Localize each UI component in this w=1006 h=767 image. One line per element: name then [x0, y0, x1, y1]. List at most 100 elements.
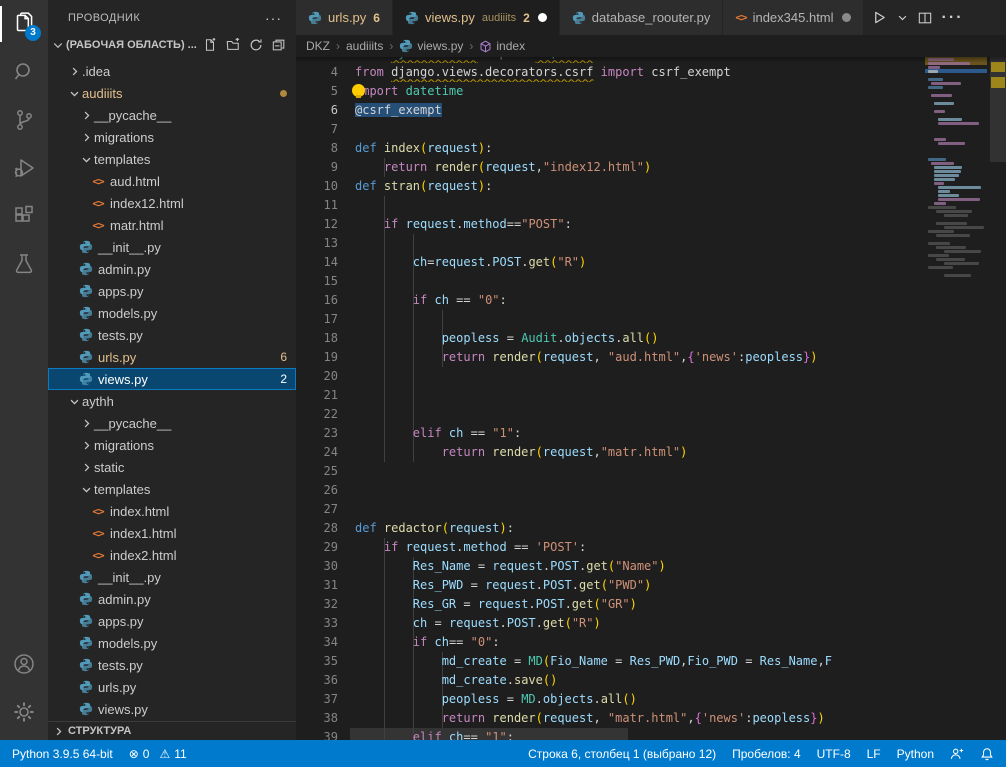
breadcrumb-views.py[interactable]: views.py	[399, 39, 463, 53]
tree-item-__init__.py[interactable]: __init__.py	[48, 236, 296, 258]
code-line-11[interactable]	[355, 196, 915, 215]
code-line-21[interactable]	[355, 386, 915, 405]
status-python-interpreter[interactable]: Python 3.9.5 64-bit	[12, 747, 113, 761]
code-line-16[interactable]: if ch == "0":	[355, 291, 915, 310]
tree-item-apps.py[interactable]: apps.py	[48, 280, 296, 302]
tree-item-templates[interactable]: templates	[48, 148, 296, 170]
breadcrumb-DKZ[interactable]: DKZ	[306, 39, 330, 53]
code-line-18[interactable]: peopless = Audit.objects.all()	[355, 329, 915, 348]
code-line-7[interactable]	[355, 120, 915, 139]
line-number-25[interactable]: 25	[296, 462, 338, 481]
line-number-17[interactable]: 17	[296, 310, 338, 329]
line-number-26[interactable]: 26	[296, 481, 338, 500]
breadcrumb-audiiits[interactable]: audiiits	[346, 39, 383, 53]
line-number-8[interactable]: 8	[296, 139, 338, 158]
tree-item-templates[interactable]: templates	[48, 478, 296, 500]
activity-settings[interactable]	[0, 688, 48, 736]
line-number-10[interactable]: 10	[296, 177, 338, 196]
line-number-20[interactable]: 20	[296, 367, 338, 386]
minimap[interactable]	[925, 57, 987, 740]
line-number-23[interactable]: 23	[296, 424, 338, 443]
status-eol[interactable]: LF	[867, 747, 881, 761]
line-number-4[interactable]: 4	[296, 63, 338, 82]
status-notifications[interactable]	[980, 747, 994, 761]
line-number-29[interactable]: 29	[296, 538, 338, 557]
code-line-35[interactable]: md_create = MD(Fio_Name = Res_PWD,Fio_PW…	[355, 652, 915, 671]
vertical-scrollbar[interactable]	[990, 57, 1006, 162]
status-language-mode[interactable]: Python	[897, 747, 934, 761]
status-encoding[interactable]: UTF-8	[817, 747, 851, 761]
code-line-24[interactable]: return render(request,"matr.html")	[355, 443, 915, 462]
tree-item-aythh[interactable]: aythh	[48, 390, 296, 412]
tree-item-models.py[interactable]: models.py	[48, 302, 296, 324]
line-number-35[interactable]: 35	[296, 652, 338, 671]
split-editor-button[interactable]	[918, 11, 932, 25]
code-line-23[interactable]: elif ch == "1":	[355, 424, 915, 443]
code-line-9[interactable]: return render(request,"index12.html")	[355, 158, 915, 177]
refresh-icon[interactable]	[249, 38, 263, 52]
line-number-27[interactable]: 27	[296, 500, 338, 519]
new-folder-icon[interactable]	[226, 38, 240, 52]
line-number-28[interactable]: 28	[296, 519, 338, 538]
tree-item-views.py[interactable]: views.py	[48, 698, 296, 720]
tree-item-admin.py[interactable]: admin.py	[48, 258, 296, 280]
code-line-12[interactable]: if request.method=="POST":	[355, 215, 915, 234]
line-number-32[interactable]: 32	[296, 595, 338, 614]
outline-section-header[interactable]: СТРУКТУРА	[48, 721, 296, 740]
code-line-36[interactable]: md_create.save()	[355, 671, 915, 690]
status-cursor-position[interactable]: Строка 6, столбец 1 (выбрано 12)	[528, 747, 716, 761]
line-number-16[interactable]: 16	[296, 291, 338, 310]
activity-extensions[interactable]	[0, 192, 48, 240]
code-line-28[interactable]: def redactor(request):	[355, 519, 915, 538]
line-number-31[interactable]: 31	[296, 576, 338, 595]
line-number-11[interactable]: 11	[296, 196, 338, 215]
tree-item-migrations[interactable]: migrations	[48, 126, 296, 148]
line-number-38[interactable]: 38	[296, 709, 338, 728]
code-line-14[interactable]: ch=request.POST.get("R")	[355, 253, 915, 272]
activity-testing[interactable]	[0, 240, 48, 288]
dirty-indicator[interactable]	[842, 13, 851, 22]
line-number-15[interactable]: 15	[296, 272, 338, 291]
tree-item-migrations[interactable]: migrations	[48, 434, 296, 456]
dirty-indicator[interactable]	[538, 13, 547, 22]
tree-item-index2.html[interactable]: <>index2.html	[48, 544, 296, 566]
code-line-30[interactable]: Res_Name = request.POST.get("Name")	[355, 557, 915, 576]
line-number-7[interactable]: 7	[296, 120, 338, 139]
code-line-29[interactable]: if request.method == 'POST':	[355, 538, 915, 557]
code-line-33[interactable]: ch = request.POST.get("R")	[355, 614, 915, 633]
line-number-12[interactable]: 12	[296, 215, 338, 234]
tree-item-index1.html[interactable]: <>index1.html	[48, 522, 296, 544]
code-line-17[interactable]	[355, 310, 915, 329]
tree-item-urls.py[interactable]: urls.py6	[48, 346, 296, 368]
tree-item-static[interactable]: static	[48, 456, 296, 478]
code-line-39[interactable]: elif ch== "1":	[355, 728, 915, 741]
tab-views.py[interactable]: views.pyaudiiits2	[393, 0, 560, 35]
status-feedback[interactable]	[950, 747, 964, 761]
code-line-15[interactable]	[355, 272, 915, 291]
line-number-33[interactable]: 33	[296, 614, 338, 633]
line-number-30[interactable]: 30	[296, 557, 338, 576]
line-number-18[interactable]: 18	[296, 329, 338, 348]
code-editor[interactable]: 3from aythh.models import MD,Audit4from …	[296, 57, 1006, 740]
activity-search[interactable]	[0, 48, 48, 96]
line-number-6[interactable]: 6	[296, 101, 338, 120]
tree-item-.idea[interactable]: .idea	[48, 60, 296, 82]
activity-source-control[interactable]	[0, 96, 48, 144]
tab-index345.html[interactable]: <>index345.html	[723, 0, 863, 35]
tree-item-tests.py[interactable]: tests.py	[48, 324, 296, 346]
activity-explorer[interactable]: 3	[0, 0, 48, 48]
tree-item-admin.py[interactable]: admin.py	[48, 588, 296, 610]
code-line-32[interactable]: Res_GR = request.POST.get("GR")	[355, 595, 915, 614]
tree-item-urls.py[interactable]: urls.py	[48, 676, 296, 698]
code-line-13[interactable]	[355, 234, 915, 253]
activity-run-debug[interactable]	[0, 144, 48, 192]
workspace-section-header[interactable]: (РАБОЧАЯ ОБЛАСТЬ) ...	[48, 35, 296, 55]
tree-item-apps.py[interactable]: apps.py	[48, 610, 296, 632]
tree-item-audiiits[interactable]: audiiits	[48, 82, 296, 104]
code-line-10[interactable]: def stran(request):	[355, 177, 915, 196]
line-number-24[interactable]: 24	[296, 443, 338, 462]
activity-accounts[interactable]	[0, 640, 48, 688]
status-problems[interactable]: ⊗0⚠11	[129, 747, 187, 761]
code-line-19[interactable]: return render(request, "aud.html",{'news…	[355, 348, 915, 367]
tree-item-__pycache__[interactable]: __pycache__	[48, 412, 296, 434]
